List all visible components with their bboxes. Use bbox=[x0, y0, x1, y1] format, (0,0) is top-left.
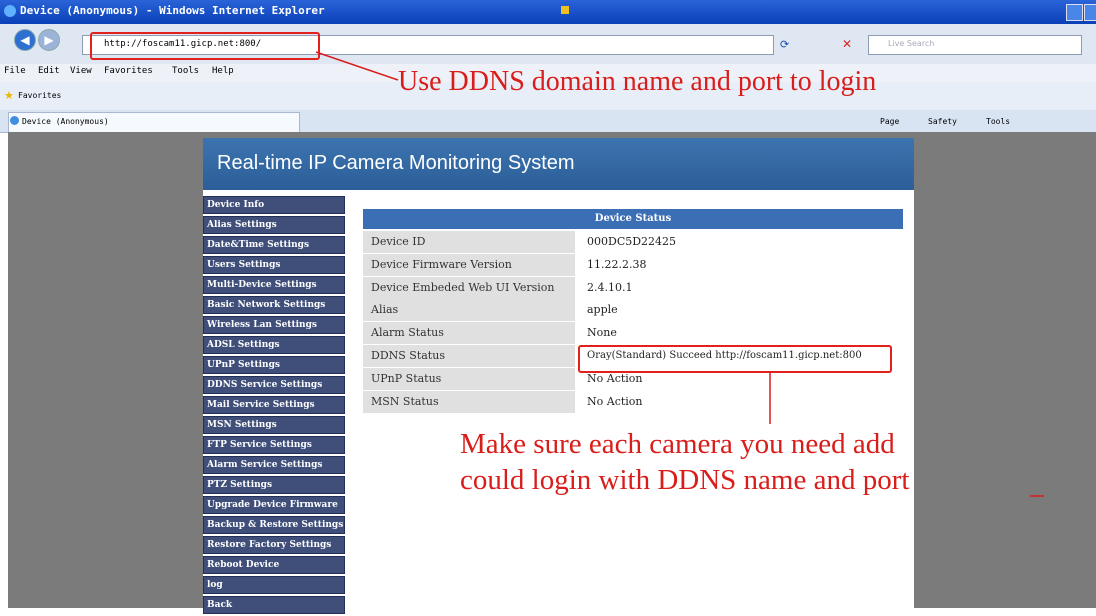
annotation-bottom: Make sure each camera you need add could… bbox=[460, 428, 910, 496]
top-arrow-line bbox=[315, 51, 399, 81]
annotation-top: Use DDNS domain name and port to login bbox=[398, 66, 877, 97]
